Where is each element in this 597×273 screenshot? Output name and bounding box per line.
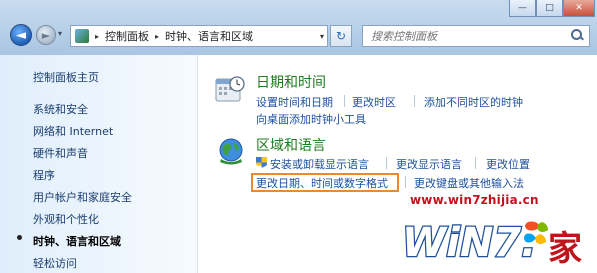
- link-change-date-time-number-format[interactable]: 更改日期、时间或数字格式: [256, 175, 388, 191]
- sidebar-item-network[interactable]: 网络和 Internet: [33, 123, 113, 139]
- sidebar-item-home[interactable]: 控制面板主页: [33, 69, 99, 85]
- link-change-time-zone[interactable]: 更改时区: [352, 94, 396, 110]
- sidebar: 控制面板主页 系统和安全 网络和 Internet 硬件和声音 程序 用户帐户和…: [0, 55, 198, 273]
- shield-icon: [256, 157, 267, 168]
- globe-icon[interactable]: [217, 137, 245, 165]
- search-icon[interactable]: [571, 29, 583, 41]
- control-panel-icon: [75, 29, 89, 43]
- sidebar-item-clock-language-region: 时钟、语言和区域: [33, 235, 121, 248]
- address-bar[interactable]: ▸ 控制面板 ▸ 时钟、语言和区域: [70, 25, 328, 47]
- link-add-clocks[interactable]: 添加不同时区的时钟: [424, 94, 523, 110]
- breadcrumb-clock-language-region[interactable]: 时钟、语言和区域: [165, 28, 253, 44]
- minimize-button[interactable]: —: [509, 0, 536, 17]
- watermark-url: www.win7zhijia.cn: [410, 193, 539, 207]
- link-add-clock-gadget[interactable]: 向桌面添加时钟小工具: [256, 111, 366, 127]
- maximize-button[interactable]: □: [536, 0, 563, 17]
- sidebar-item-programs[interactable]: 程序: [33, 167, 55, 183]
- clock-icon[interactable]: [215, 75, 245, 105]
- current-item-bullet: [17, 235, 22, 240]
- sidebar-item-hardware-sound[interactable]: 硬件和声音: [33, 145, 88, 161]
- breadcrumb-separator[interactable]: ▸: [95, 32, 99, 41]
- watermark-logo-text: WiN7.: [402, 220, 536, 266]
- category-title-date-time[interactable]: 日期和时间: [256, 72, 326, 92]
- search-input[interactable]: [371, 29, 561, 43]
- search-box[interactable]: [362, 25, 590, 47]
- link-divider: [386, 157, 387, 169]
- link-set-date-time[interactable]: 设置时间和日期: [256, 94, 333, 110]
- back-button[interactable]: ◄: [10, 24, 32, 46]
- sidebar-item-system-security[interactable]: 系统和安全: [33, 101, 88, 117]
- window-chrome: — □ ✕ ◄ ► ▾ ▸ 控制面板 ▸ 时钟、语言和区域 ▾ ↻: [0, 0, 597, 55]
- watermark-logo: WiN7. 家: [401, 219, 583, 270]
- link-divider: [475, 157, 476, 169]
- forward-button[interactable]: ►: [36, 25, 56, 45]
- sidebar-item-user-accounts[interactable]: 用户帐户和家庭安全: [33, 189, 132, 205]
- link-divider: [414, 95, 415, 107]
- address-dropdown-icon[interactable]: ▾: [316, 26, 328, 46]
- breadcrumb-control-panel[interactable]: 控制面板: [105, 28, 149, 44]
- sidebar-item-appearance[interactable]: 外观和个性化: [33, 211, 99, 227]
- recent-pages-dropdown-icon[interactable]: ▾: [58, 29, 62, 38]
- link-divider: [344, 95, 345, 107]
- link-change-display-language[interactable]: 更改显示语言: [396, 156, 462, 172]
- category-title-region-language[interactable]: 区域和语言: [256, 135, 326, 155]
- breadcrumb-separator[interactable]: ▸: [155, 32, 159, 41]
- link-install-display-language[interactable]: 安装或卸载显示语言: [270, 156, 369, 172]
- link-divider: [405, 176, 406, 188]
- sidebar-item-ease-of-access[interactable]: 轻松访问: [33, 255, 77, 271]
- link-change-keyboards-input[interactable]: 更改键盘或其他输入法: [414, 175, 524, 191]
- link-change-location[interactable]: 更改位置: [486, 156, 530, 172]
- refresh-button[interactable]: ↻: [330, 25, 352, 47]
- watermark-logo-char: 家: [548, 229, 582, 269]
- close-button[interactable]: ✕: [563, 0, 595, 17]
- navigation-bar: ◄ ► ▾ ▸ 控制面板 ▸ 时钟、语言和区域 ▾ ↻: [0, 22, 597, 50]
